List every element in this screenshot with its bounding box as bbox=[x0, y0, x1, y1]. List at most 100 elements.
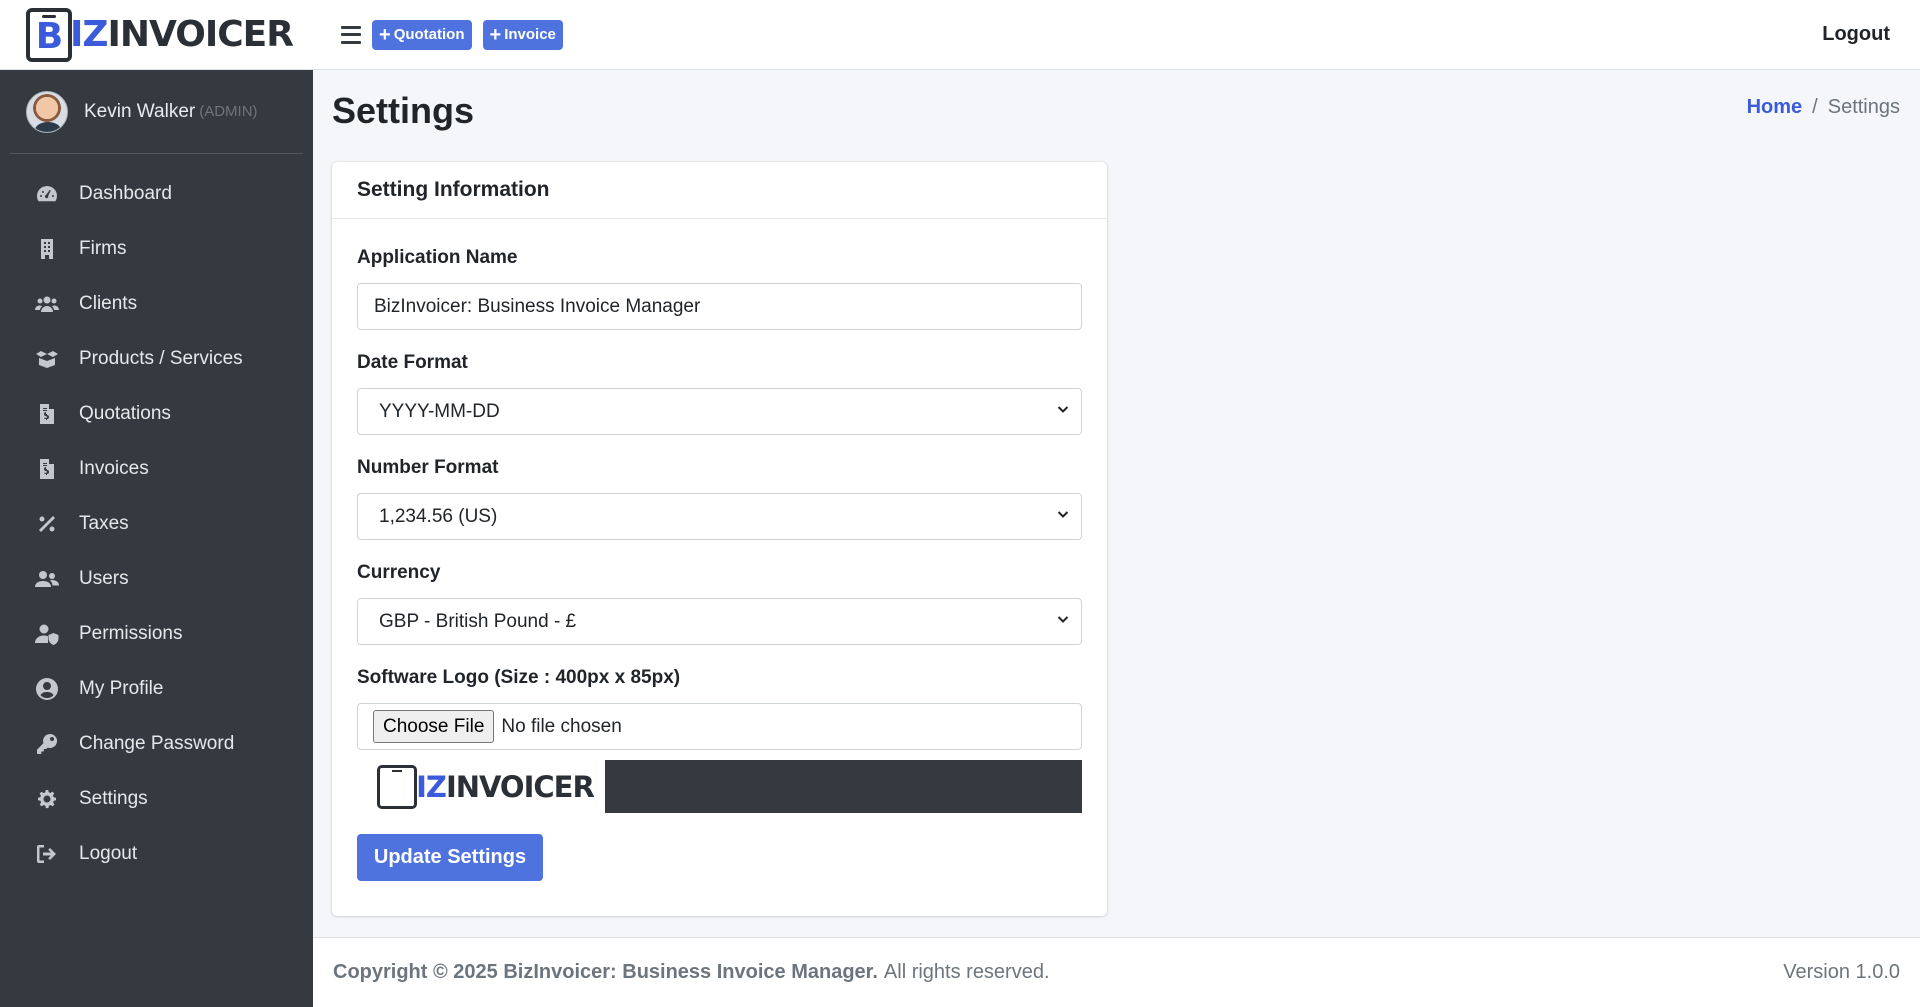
app-name-input[interactable]: BizInvoicer: Business Invoice Manager bbox=[357, 283, 1082, 330]
brand-logo-link[interactable]: B I Z INVOICER bbox=[0, 0, 313, 70]
sidebar-item-label: Users bbox=[79, 567, 129, 589]
user-shield-icon bbox=[33, 622, 61, 646]
sidebar-item-users[interactable]: Users bbox=[0, 551, 313, 606]
percent-icon bbox=[33, 512, 61, 536]
sidebar-item-label: Products / Services bbox=[79, 347, 243, 369]
logo-upload-group: Software Logo (Size : 400px x 85px) Choo… bbox=[357, 667, 1082, 813]
file-status: No file chosen bbox=[501, 715, 622, 737]
sidebar-item-label: Taxes bbox=[79, 512, 129, 534]
number-format-group: Number Format 1,234.56 (US) bbox=[357, 457, 1082, 540]
user-panel[interactable]: Kevin Walker (ADMIN) bbox=[10, 70, 303, 154]
user-circle-icon bbox=[33, 677, 61, 701]
sidebar-item-label: Change Password bbox=[79, 732, 235, 754]
sidebar-item-change-password[interactable]: Change Password bbox=[0, 716, 313, 771]
logo-phone-icon: B bbox=[26, 7, 72, 62]
logo-file-input[interactable]: Choose File No file chosen bbox=[357, 703, 1082, 750]
footer-version: Version 1.0.0 bbox=[1783, 961, 1900, 983]
logo-phone-icon bbox=[377, 764, 417, 809]
app-name-label: Application Name bbox=[357, 247, 518, 268]
sidebar-nav: Dashboard Firms Clients Products / Servi… bbox=[0, 154, 313, 881]
currency-select[interactable]: GBP - British Pound - £ bbox=[357, 598, 1082, 645]
sidebar-item-dashboard[interactable]: Dashboard bbox=[0, 166, 313, 221]
sidebar-item-clients[interactable]: Clients bbox=[0, 276, 313, 331]
hamburger-menu-icon[interactable] bbox=[341, 25, 361, 44]
sidebar-item-taxes[interactable]: Taxes bbox=[0, 496, 313, 551]
sidebar-item-label: Clients bbox=[79, 292, 138, 314]
tachometer-icon bbox=[33, 182, 61, 206]
add-quotation-button[interactable]: + Quotation bbox=[372, 19, 472, 50]
brand-logo: B I Z INVOICER bbox=[26, 7, 294, 62]
add-invoice-button[interactable]: + Invoice bbox=[482, 19, 563, 50]
file-invoice-icon bbox=[33, 402, 61, 426]
sidebar: B I Z INVOICER Kevin Walker (ADMIN) Dash… bbox=[0, 0, 313, 1007]
breadcrumb-current: Settings bbox=[1827, 96, 1900, 118]
card-title: Setting Information bbox=[332, 162, 1107, 219]
logo-preview-light: B I Z INVOICER bbox=[357, 760, 605, 813]
sidebar-item-firms[interactable]: Firms bbox=[0, 221, 313, 276]
number-format-value: 1,234.56 (US) bbox=[379, 505, 498, 527]
user-role: (ADMIN) bbox=[199, 103, 258, 120]
date-format-select[interactable]: YYYY-MM-DD bbox=[357, 388, 1082, 435]
sidebar-item-label: Invoices bbox=[79, 457, 149, 479]
add-invoice-label: Invoice bbox=[504, 26, 556, 43]
sidebar-item-label: Logout bbox=[79, 842, 138, 864]
sidebar-item-label: Quotations bbox=[79, 402, 171, 424]
users-icon bbox=[33, 292, 61, 316]
logout-link[interactable]: Logout bbox=[1822, 23, 1890, 46]
sign-out-icon bbox=[33, 842, 61, 866]
logo-letter-i: I bbox=[416, 769, 427, 804]
sidebar-item-label: My Profile bbox=[79, 677, 164, 699]
sidebar-item-settings[interactable]: Settings bbox=[0, 771, 313, 826]
sidebar-item-permissions[interactable]: Permissions bbox=[0, 606, 313, 661]
footer-rights: All rights reserved. bbox=[883, 961, 1050, 983]
logo-text: INVOICER bbox=[107, 14, 294, 55]
user-name: Kevin Walker bbox=[84, 100, 196, 122]
breadcrumb: Home / Settings bbox=[1747, 96, 1900, 119]
settings-card: Setting Information Application Name Biz… bbox=[332, 162, 1107, 916]
sidebar-item-logout[interactable]: Logout bbox=[0, 826, 313, 881]
app-name-group: Application Name BizInvoicer: Business I… bbox=[357, 247, 1082, 330]
box-open-icon bbox=[33, 347, 61, 371]
logo-preview-dark bbox=[605, 760, 1082, 813]
currency-label: Currency bbox=[357, 562, 441, 583]
breadcrumb-separator: / bbox=[1812, 96, 1818, 118]
date-format-value: YYYY-MM-DD bbox=[379, 400, 500, 422]
chevron-down-icon bbox=[1057, 616, 1069, 623]
choose-file-button[interactable]: Choose File bbox=[373, 710, 495, 743]
number-format-label: Number Format bbox=[357, 457, 499, 478]
gear-icon bbox=[33, 787, 61, 811]
file-invoice-dollar-icon bbox=[33, 457, 61, 481]
logo-letter-b: B bbox=[35, 16, 63, 57]
logo-preview: B I Z INVOICER bbox=[357, 760, 1082, 813]
currency-value: GBP - British Pound - £ bbox=[379, 610, 577, 632]
add-quotation-label: Quotation bbox=[393, 26, 465, 43]
sidebar-item-quotations[interactable]: Quotations bbox=[0, 386, 313, 441]
avatar bbox=[26, 90, 68, 133]
sidebar-item-label: Settings bbox=[79, 787, 148, 809]
sidebar-item-label: Dashboard bbox=[79, 182, 172, 204]
plus-icon: + bbox=[489, 23, 502, 46]
user-friends-icon bbox=[33, 567, 61, 591]
chevron-down-icon bbox=[1057, 511, 1069, 518]
sidebar-item-label: Firms bbox=[79, 237, 127, 259]
footer-copyright: Copyright © 2025 BizInvoicer: Business I… bbox=[333, 961, 878, 983]
page-title: Settings bbox=[332, 90, 475, 131]
date-format-group: Date Format YYYY-MM-DD bbox=[357, 352, 1082, 435]
chevron-down-icon bbox=[1057, 406, 1069, 413]
update-settings-button[interactable]: Update Settings bbox=[357, 834, 543, 881]
number-format-select[interactable]: 1,234.56 (US) bbox=[357, 493, 1082, 540]
footer: Copyright © 2025 BizInvoicer: Business I… bbox=[313, 937, 1920, 1007]
key-icon bbox=[33, 732, 61, 756]
logo-upload-label: Software Logo (Size : 400px x 85px) bbox=[357, 667, 681, 688]
breadcrumb-home-link[interactable]: Home bbox=[1747, 96, 1803, 119]
topbar: + Quotation + Invoice Logout bbox=[313, 0, 1920, 70]
plus-icon: + bbox=[379, 23, 391, 46]
building-icon bbox=[33, 237, 61, 261]
sidebar-item-label: Permissions bbox=[79, 622, 183, 644]
sidebar-item-products-services[interactable]: Products / Services bbox=[0, 331, 313, 386]
currency-group: Currency GBP - British Pound - £ bbox=[357, 562, 1082, 645]
logo-text: INVOICER bbox=[445, 769, 595, 804]
logo-letter-z: Z bbox=[82, 14, 108, 55]
sidebar-item-my-profile[interactable]: My Profile bbox=[0, 661, 313, 716]
sidebar-item-invoices[interactable]: Invoices bbox=[0, 441, 313, 496]
